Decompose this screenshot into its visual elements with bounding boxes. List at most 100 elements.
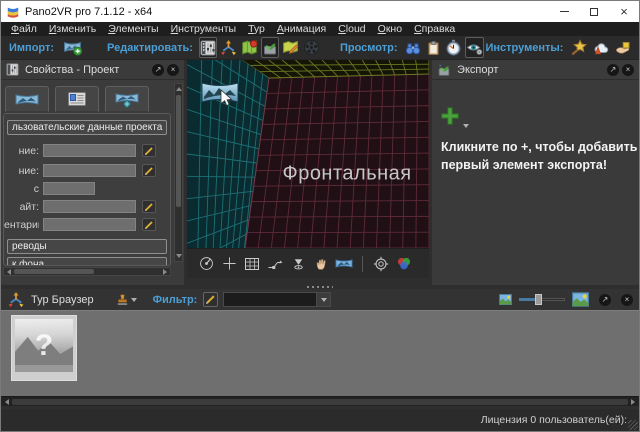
cloud-publish-button[interactable] — [591, 37, 611, 58]
menu-edit[interactable]: Изменить — [43, 22, 102, 36]
map-button[interactable] — [240, 37, 259, 58]
stamp-tool-button[interactable] — [116, 293, 137, 307]
float-tour-panel-button[interactable]: ↗ — [599, 294, 611, 306]
splitter-handle[interactable] — [307, 286, 333, 288]
rgb-channels-button[interactable] — [394, 254, 414, 274]
pencil-icon — [205, 294, 216, 305]
menu-file[interactable]: Файл — [5, 22, 43, 36]
close-button[interactable]: × — [609, 1, 639, 22]
menu-cloud[interactable]: Cloud — [332, 22, 371, 36]
add-export-caret-icon[interactable] — [463, 115, 469, 133]
share-button[interactable] — [613, 37, 633, 58]
properties-icon — [200, 40, 216, 56]
large-thumbnail-icon — [572, 292, 589, 307]
float-panel-button[interactable]: ↗ — [152, 64, 164, 76]
tab-user-data[interactable] — [55, 86, 99, 112]
panorama-thumbnail[interactable]: ? — [11, 315, 77, 381]
crosshair-button[interactable] — [219, 254, 239, 274]
resize-grip[interactable] — [628, 420, 638, 430]
menu-tools[interactable]: Инструменты — [165, 22, 242, 36]
plus-icon — [440, 106, 460, 126]
filter-dropdown-button[interactable] — [317, 292, 331, 307]
field-website-input[interactable] — [43, 200, 136, 213]
field-comments-label: ентарии: — [4, 218, 39, 232]
field-comments-input[interactable] — [43, 218, 136, 231]
tour-horizontal-scrollbar[interactable] — [1, 396, 639, 406]
stamp-icon — [116, 293, 129, 307]
tour-browser-button[interactable] — [219, 37, 238, 58]
section-background-sound[interactable]: к фона — [7, 257, 167, 266]
output-tab-icon — [115, 91, 139, 108]
field-author-input[interactable] — [43, 182, 95, 195]
slider-knob[interactable] — [535, 294, 542, 305]
filter-input[interactable] — [223, 292, 317, 307]
panorama-tab-icon — [15, 92, 39, 107]
clipboard-icon — [426, 40, 441, 56]
section-translations[interactable]: реводы — [7, 239, 167, 254]
maximize-button[interactable] — [579, 1, 609, 22]
pan-hand-button[interactable] — [311, 254, 331, 274]
main-area: Свойства - Проект ↗ × — [1, 60, 639, 285]
field-row-comments: ентарии: — [4, 218, 170, 232]
float-export-panel-button[interactable]: ↗ — [607, 64, 619, 76]
cloud-icon — [592, 40, 610, 56]
viewer-toolbar — [187, 248, 429, 278]
viewer-mode-button[interactable] — [465, 37, 484, 58]
edit-title-button[interactable] — [142, 144, 156, 157]
edit-website-button[interactable] — [142, 200, 156, 213]
field-description-input[interactable] — [43, 164, 136, 177]
thumbnail-image: ? — [15, 319, 73, 372]
properties-horizontal-scrollbar[interactable] — [3, 267, 171, 276]
thumbnail-size-slider[interactable] — [519, 294, 565, 305]
placeholder-question-mark: ? — [15, 319, 73, 372]
menu-animation[interactable]: Анимация — [271, 22, 332, 36]
tour-browser-content[interactable]: ? — [1, 310, 639, 396]
properties-vertical-scrollbar[interactable] — [174, 83, 183, 262]
export-panel-header: Экспорт ↗ × — [432, 60, 639, 80]
tab-panorama[interactable] — [5, 86, 49, 112]
tab-output[interactable] — [105, 86, 149, 112]
menu-elements[interactable]: Элементы — [102, 22, 164, 36]
section-user-data[interactable]: льзовательские данные проекта — [7, 120, 167, 135]
viewer-3d-canvas[interactable]: Фронтальная — [187, 60, 429, 248]
properties-tabs — [5, 86, 149, 112]
app-window: Pano2VR pro 7.1.12 - x64 × Файл Изменить… — [0, 0, 640, 432]
gauge-button[interactable] — [196, 254, 216, 274]
wizard-button[interactable] — [569, 37, 589, 58]
node-tool-button[interactable] — [265, 254, 285, 274]
export-panel-icon — [437, 63, 451, 77]
edit-comments-button[interactable] — [142, 218, 156, 231]
close-panel-button[interactable]: × — [167, 64, 179, 76]
form-tab-icon — [67, 91, 87, 107]
close-export-panel-button[interactable]: × — [622, 64, 634, 76]
add-export-button[interactable] — [440, 106, 460, 126]
screen-icon — [244, 257, 260, 271]
menu-tour[interactable]: Тур — [242, 22, 271, 36]
target-button[interactable] — [371, 254, 391, 274]
menu-help[interactable]: Справка — [408, 22, 461, 36]
notes-button[interactable] — [425, 37, 442, 58]
minimize-button[interactable] — [549, 1, 579, 22]
rgb-channels-icon — [396, 256, 412, 271]
pin-editor-button[interactable] — [281, 37, 300, 58]
small-thumbnail-icon — [499, 294, 512, 305]
projection-button[interactable] — [288, 254, 308, 274]
video-button[interactable] — [302, 37, 321, 58]
panorama-view-button[interactable] — [334, 254, 354, 274]
edit-description-button[interactable] — [142, 164, 156, 177]
preview-button[interactable] — [403, 37, 423, 58]
patch-button[interactable] — [261, 37, 279, 58]
properties-scroll-area: льзовательские данные проекта ние: ние: — [3, 113, 171, 266]
gauge-icon — [199, 256, 214, 271]
screen-button[interactable] — [242, 254, 262, 274]
pan-hand-icon — [314, 256, 329, 271]
import-panorama-button[interactable] — [62, 37, 84, 58]
field-title-input[interactable] — [43, 144, 136, 157]
field-row-title: ние: — [4, 144, 170, 158]
close-tour-panel-button[interactable]: × — [621, 294, 633, 306]
filter-edit-button[interactable] — [203, 292, 218, 307]
menu-window[interactable]: Окно — [372, 22, 408, 36]
timer-button[interactable] — [444, 37, 463, 58]
properties-button[interactable] — [199, 37, 217, 58]
stopwatch-icon — [445, 39, 462, 56]
